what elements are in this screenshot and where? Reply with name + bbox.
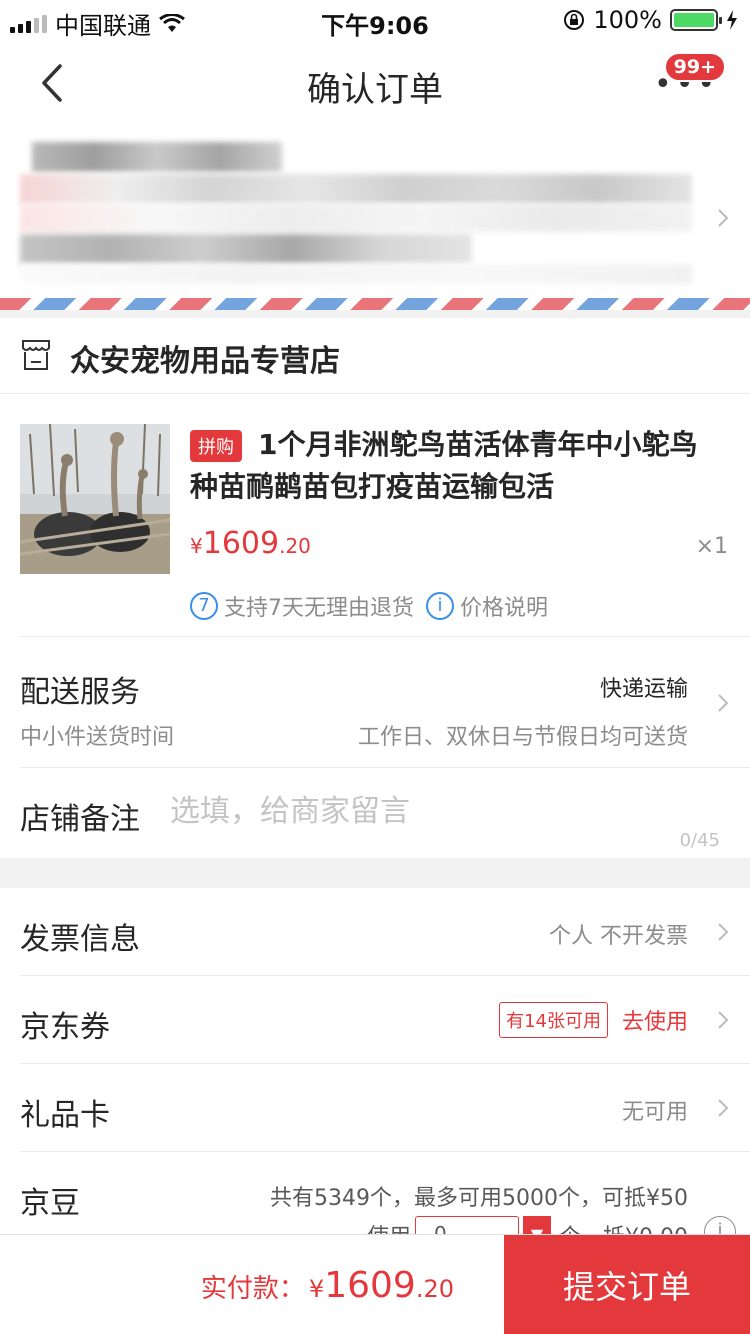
chevron-down-icon[interactable]: ▼ [523,1216,552,1234]
page-title: 确认订单 [307,70,443,110]
battery-icon [670,9,722,31]
nav-bar: 确认订单 ••• 99+ [0,40,750,128]
charging-icon [727,10,737,30]
total-integer: 1609 [324,1265,416,1306]
message-badge: 99+ [663,52,726,82]
product-price: ¥1609.20 [190,526,311,561]
status-right: 100% [563,6,738,34]
address-blurred-line3 [20,234,472,264]
price-decimal: .20 [279,534,311,558]
status-bar: 中国联通 下午9:06 100% [0,0,750,40]
group-buy-tag: 拼购 [190,430,242,462]
total-currency: ¥ [308,1275,325,1303]
beans-amount-stepper[interactable]: 0 ▼ [411,1216,559,1234]
beans-deduction: 个，抵¥0.00 [559,1219,688,1234]
gift-card-row[interactable]: 礼品卡 无可用 [20,1064,750,1152]
coupon-use-link[interactable]: 去使用 [622,1004,688,1036]
price-info-link[interactable]: 价格说明 [460,590,548,622]
order-card: 众安宠物用品专营店 1个月非洲鸵鸟苗活体青年中小鸵鸟种苗鸸鹋苗包打疫苗运输包活 … [0,318,750,858]
beans-usage: 使用 0 ▼ 个，抵¥0.00 [367,1216,688,1234]
beans-row: 京豆 共有5349个，最多可用5000个，可抵¥50 使用 0 ▼ 个，抵¥0.… [20,1152,750,1234]
shipping-subtitle: 中小件送货时间 [20,725,175,750]
price-info-icon: i [426,592,454,620]
checkout-bar: 实付款： ¥1609.20 提交订单 [0,1234,750,1334]
store-header[interactable]: 众安宠物用品专营店 [0,318,750,394]
total-label: 实付款： [200,1274,305,1304]
store-note-row: 店铺备注 0/45 [20,768,750,858]
address-block[interactable] [0,128,750,310]
store-note-input[interactable] [170,790,670,832]
product-image[interactable] [20,424,170,574]
store-note-counter: 0/45 [679,830,720,851]
store-icon [22,340,50,370]
beans-amount-input[interactable]: 0 [415,1216,520,1234]
chevron-right-icon [718,694,729,712]
more-menu-button[interactable]: ••• 99+ [654,52,726,102]
coupon-available-badge: 有14张可用 [499,1002,608,1038]
return-policy-text[interactable]: 支持7天无理由退货 [224,590,414,622]
shipping-title: 配送服务 [20,675,140,710]
chevron-right-icon [718,1011,729,1029]
price-integer: 1609 [202,526,280,561]
chevron-right-icon [718,923,729,941]
invoice-value: 个人 不开发票 [549,924,688,949]
service-info: 7 支持7天无理由退货 i 价格说明 [190,590,548,622]
invoice-row[interactable]: 发票信息 个人 不开发票 [20,888,750,976]
chevron-right-icon [718,1099,729,1117]
shipping-method: 快递运输 [599,677,688,702]
submit-order-button[interactable]: 提交订单 [504,1235,750,1334]
return-policy-icon: 7 [190,592,218,620]
product-quantity: ×1 [695,534,728,559]
coupon-title: 京东券 [20,1010,110,1045]
address-blurred-line1 [20,174,692,204]
address-blurred-name [32,142,282,172]
beans-summary: 共有5349个，最多可用5000个，可抵¥50 [270,1186,688,1211]
address-border-stripe [0,298,750,310]
address-chevron-icon [718,209,729,227]
address-blurred-line2 [20,204,692,232]
total-decimal: .20 [415,1275,454,1303]
order-options-list: 发票信息 个人 不开发票 京东券 有14张可用 去使用 礼品卡 无可用 京豆 共… [0,888,750,1234]
beans-title: 京豆 [20,1186,80,1221]
beans-use-label: 使用 [367,1219,411,1234]
coupon-row[interactable]: 京东券 有14张可用 去使用 [20,976,750,1064]
invoice-title: 发票信息 [20,922,140,957]
gift-card-value: 无可用 [621,1100,688,1125]
price-currency: ¥ [190,534,203,558]
address-blurred-line4 [20,264,692,284]
battery-percent: 100% [593,6,662,34]
shipping-row[interactable]: 配送服务 中小件送货时间 快递运输 工作日、双休日与节假日均可送货 [20,636,750,768]
product-name[interactable]: 1个月非洲鸵鸟苗活体青年中小鸵鸟种苗鸸鹋苗包打疫苗运输包活 [190,424,720,508]
total-payable: 实付款： ¥1609.20 [201,1265,454,1306]
store-note-title: 店铺备注 [20,802,140,837]
store-name: 众安宠物用品专营店 [70,344,340,379]
shipping-time-note: 工作日、双休日与节假日均可送货 [357,725,688,750]
beans-info-icon[interactable]: i [704,1216,736,1234]
orientation-lock-icon [564,10,585,30]
gift-card-title: 礼品卡 [20,1098,110,1133]
